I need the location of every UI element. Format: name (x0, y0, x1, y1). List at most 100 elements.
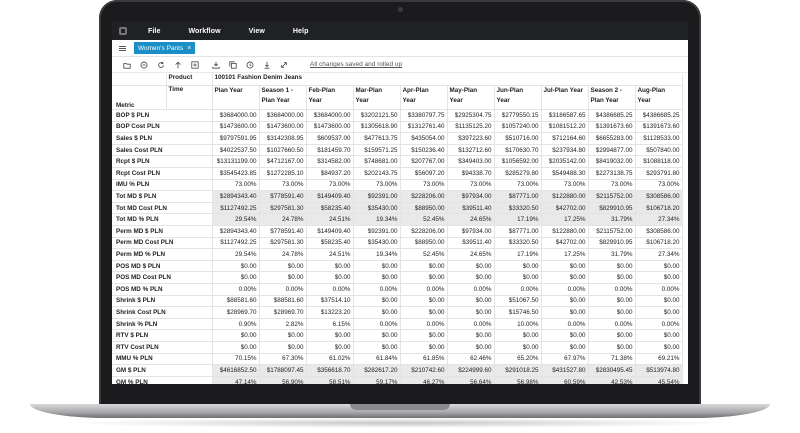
table-cell[interactable]: 0.00% (400, 283, 448, 296)
table-cell[interactable]: $1127492.25 (212, 202, 260, 215)
table-cell[interactable]: 70.15% (212, 353, 260, 366)
table-cell[interactable]: $510716.00 (494, 132, 542, 145)
table-cell[interactable]: 73.00% (259, 179, 307, 192)
table-cell[interactable]: $293791.80 (635, 167, 683, 180)
table-cell[interactable]: 0.00% (447, 283, 495, 296)
hamburger-menu-icon[interactable] (112, 45, 128, 51)
table-cell[interactable]: $2035142.00 (541, 155, 589, 169)
table-cell[interactable]: 45.54% (635, 376, 683, 384)
column-header[interactable]: Feb-Plan Year (306, 85, 354, 111)
table-cell[interactable]: $224999.60 (447, 364, 495, 377)
table-cell[interactable]: $0.00 (541, 260, 589, 273)
table-cell[interactable]: 0.00% (635, 283, 683, 296)
table-cell[interactable]: $88950.00 (400, 202, 448, 215)
table-cell[interactable]: $0.00 (259, 260, 307, 273)
table-cell[interactable]: $170630.70 (494, 144, 542, 157)
table-cell[interactable]: $285279.80 (494, 167, 542, 180)
table-cell[interactable]: $308586.00 (635, 225, 683, 238)
table-cell[interactable]: $0.00 (588, 306, 636, 319)
table-cell[interactable]: $0.00 (635, 329, 683, 342)
column-header[interactable]: Jul-Plan Year (541, 85, 589, 111)
table-cell[interactable]: 24.51% (306, 213, 354, 227)
table-cell[interactable]: $84937.20 (306, 167, 354, 180)
table-cell[interactable]: $37514.10 (306, 295, 354, 308)
table-cell[interactable]: 0.00% (353, 283, 401, 296)
table-cell[interactable]: $150236.40 (400, 144, 448, 157)
table-cell[interactable]: $431527.80 (541, 364, 589, 377)
table-cell[interactable]: $0.00 (259, 341, 307, 354)
table-cell[interactable]: 0.90% (212, 318, 260, 331)
table-cell[interactable]: $0.00 (259, 329, 307, 342)
table-cell[interactable]: $28969.70 (212, 306, 260, 319)
table-cell[interactable]: $0.00 (447, 295, 495, 308)
table-cell[interactable]: $0.00 (635, 260, 683, 273)
table-cell[interactable]: 46.27% (400, 376, 448, 384)
table-cell[interactable]: $3684000.00 (212, 109, 260, 122)
table-cell[interactable]: $3202121.50 (353, 109, 401, 122)
tab-close-icon[interactable]: × (187, 45, 191, 52)
table-cell[interactable]: 0.00% (212, 283, 260, 296)
table-cell[interactable]: $748681.00 (353, 155, 401, 169)
table-cell[interactable]: 24.65% (447, 248, 495, 261)
table-cell[interactable]: 0.00% (494, 283, 542, 296)
table-cell[interactable]: $282617.20 (353, 364, 401, 377)
table-cell[interactable]: $39511.40 (447, 237, 495, 250)
download-icon[interactable] (258, 57, 275, 73)
table-cell[interactable]: $122880.00 (541, 225, 589, 238)
table-cell[interactable]: $349403.00 (447, 155, 495, 169)
table-cell[interactable]: 0.00% (353, 318, 401, 331)
table-cell[interactable]: $778591.40 (259, 225, 307, 238)
table-cell[interactable]: $210742.60 (400, 364, 448, 377)
table-cell[interactable]: $58235.40 (306, 202, 354, 215)
table-cell[interactable]: $58235.40 (306, 237, 354, 250)
table-cell[interactable]: $35430.00 (353, 202, 401, 215)
table-cell[interactable]: $87771.00 (494, 190, 542, 203)
table-cell[interactable]: $0.00 (635, 341, 683, 354)
table-cell[interactable]: 42.53% (588, 376, 636, 384)
table-cell[interactable]: $0.00 (353, 295, 401, 308)
table-cell[interactable]: $149409.40 (306, 190, 354, 203)
table-cell[interactable]: 24.51% (306, 248, 354, 261)
table-cell[interactable]: $159571.25 (353, 144, 401, 157)
table-cell[interactable]: $0.00 (212, 260, 260, 273)
column-header[interactable]: Jun-Plan Year (494, 85, 542, 111)
history-icon[interactable] (241, 57, 258, 73)
table-cell[interactable]: $0.00 (353, 271, 401, 284)
table-cell[interactable]: $13131199.00 (212, 155, 260, 169)
table-cell[interactable]: $0.00 (635, 295, 683, 308)
menu-file[interactable]: File (134, 28, 174, 35)
table-cell[interactable]: 17.25% (541, 248, 589, 261)
table-cell[interactable]: $1128533.00 (635, 132, 683, 145)
table-cell[interactable]: $0.00 (306, 341, 354, 354)
table-cell[interactable]: $0.00 (212, 271, 260, 284)
table-cell[interactable]: $2925304.75 (447, 109, 495, 122)
table-cell[interactable]: $0.00 (400, 329, 448, 342)
table-cell[interactable]: $1056592.00 (494, 155, 542, 169)
table-cell[interactable]: 56.90% (259, 376, 307, 384)
column-header[interactable]: May-Plan Year (447, 85, 495, 111)
table-cell[interactable]: 27.34% (635, 248, 683, 261)
table-cell[interactable]: $228206.00 (400, 190, 448, 203)
table-cell[interactable]: 62.46% (447, 353, 495, 366)
table-cell[interactable]: 24.78% (259, 213, 307, 227)
table-cell[interactable]: 24.78% (259, 248, 307, 261)
table-cell[interactable]: $1027660.50 (259, 144, 307, 157)
table-cell[interactable]: $2115752.00 (588, 225, 636, 238)
table-cell[interactable]: 27.34% (635, 213, 683, 227)
table-cell[interactable]: $297581.30 (259, 202, 307, 215)
table-cell[interactable]: $3684000.00 (306, 109, 354, 122)
table-cell[interactable]: $0.00 (588, 329, 636, 342)
upload-arrow-icon[interactable] (169, 57, 186, 73)
table-cell[interactable]: 52.45% (400, 213, 448, 227)
table-cell[interactable]: $0.00 (494, 271, 542, 284)
refresh-icon[interactable] (152, 57, 169, 73)
table-cell[interactable]: $132712.60 (447, 144, 495, 157)
menu-view[interactable]: View (235, 28, 279, 35)
table-cell[interactable]: 17.19% (494, 213, 542, 227)
table-cell[interactable]: $56097.20 (400, 167, 448, 180)
table-cell[interactable]: 0.00% (400, 318, 448, 331)
table-cell[interactable]: $397223.60 (447, 132, 495, 145)
table-cell[interactable]: $0.00 (588, 260, 636, 273)
tab-womens-pants[interactable]: Women's Pants × (134, 42, 196, 54)
table-cell[interactable]: $3186587.65 (541, 109, 589, 122)
